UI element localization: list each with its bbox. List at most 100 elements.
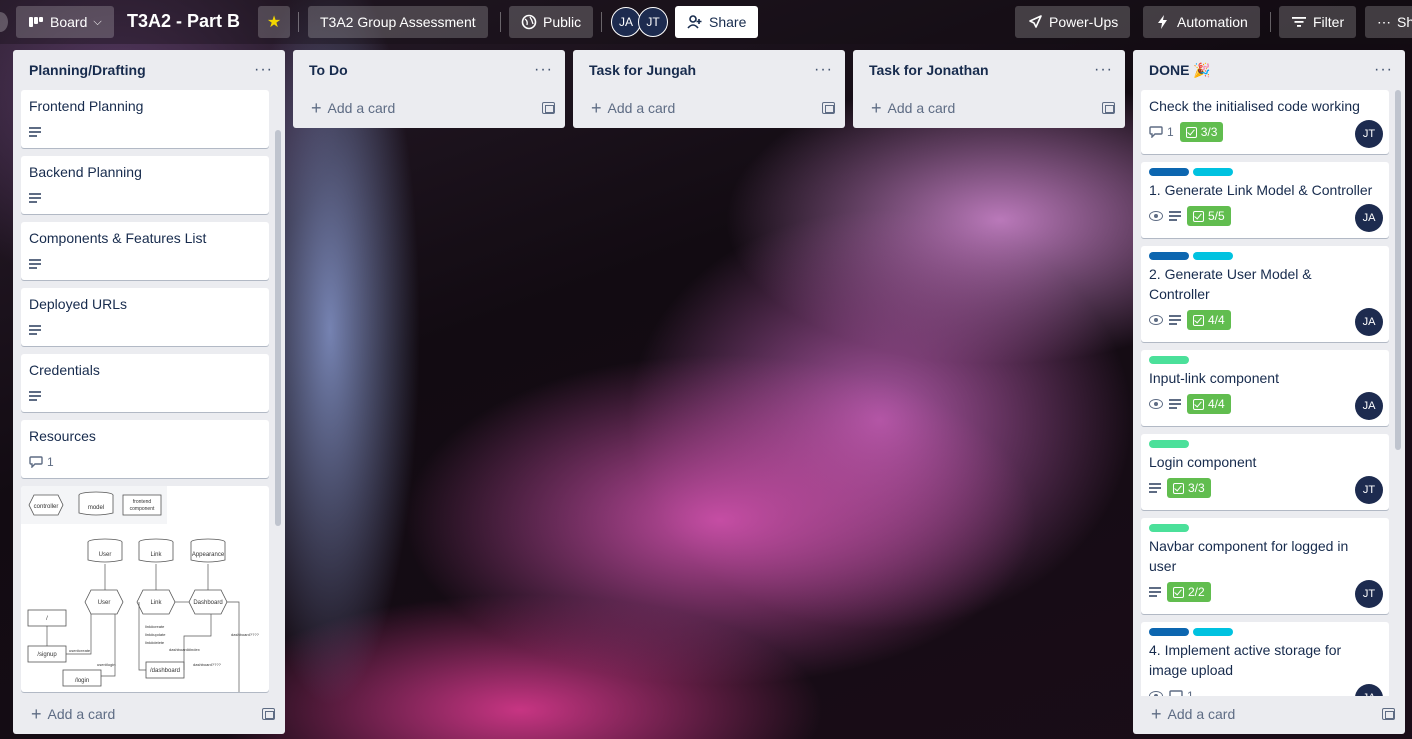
member-avatar[interactable]: JA	[611, 7, 641, 37]
label-blue[interactable]	[1149, 168, 1189, 176]
board-title[interactable]: T3A2 - Part B	[127, 11, 240, 32]
card[interactable]: Backend Planning	[21, 156, 269, 214]
card-labels	[1149, 628, 1381, 636]
member-avatar[interactable]: JT	[1355, 580, 1383, 608]
svg-text:link#create: link#create	[145, 624, 165, 629]
description-icon	[29, 391, 41, 401]
add-card-button[interactable]: + Add a card	[591, 99, 675, 117]
member-avatar[interactable]: JT	[1355, 476, 1383, 504]
add-card-button[interactable]: + Add a card	[311, 99, 395, 117]
sidebar-toggle[interactable]	[0, 12, 8, 32]
card-title: Resources	[29, 428, 96, 444]
star-icon: ★	[266, 14, 282, 31]
add-card-button[interactable]: + Add a card	[1151, 705, 1235, 723]
list-menu-icon[interactable]: ···	[814, 62, 833, 78]
card[interactable]: Navbar component for logged in user 2/2 …	[1141, 518, 1389, 614]
list-title[interactable]: DONE 🎉	[1149, 62, 1211, 79]
card-list: Check the initialised code working 1 3/3…	[1133, 90, 1405, 696]
list-menu-icon[interactable]: ···	[534, 62, 553, 78]
description-icon	[1149, 483, 1161, 493]
template-icon[interactable]	[262, 708, 275, 720]
list-scrollbar[interactable]	[275, 130, 281, 526]
add-card-button[interactable]: + Add a card	[31, 705, 115, 723]
svg-text:/login: /login	[75, 678, 89, 684]
card[interactable]: Credentials	[21, 354, 269, 412]
plus-icon: +	[591, 98, 602, 118]
list-title[interactable]: To Do	[309, 62, 348, 78]
comment-badge: 1	[1169, 689, 1194, 696]
label-green[interactable]	[1149, 440, 1189, 448]
card[interactable]: 4. Implement active storage for image up…	[1141, 622, 1389, 696]
template-icon[interactable]	[1102, 102, 1115, 114]
card-title: Check the initialised code working	[1149, 98, 1360, 114]
star-button[interactable]: ★	[258, 6, 290, 38]
label-sky[interactable]	[1193, 628, 1233, 636]
member-avatar[interactable]: JA	[1355, 308, 1383, 336]
card-title: Frontend Planning	[29, 98, 144, 114]
member-avatar[interactable]: JT	[638, 7, 668, 37]
checkbox-icon	[1193, 398, 1204, 410]
checklist-badge: 5/5	[1187, 206, 1231, 226]
card[interactable]: Components & Features List	[21, 222, 269, 280]
filter-icon	[1292, 17, 1306, 27]
card-list: Frontend Planning Backend Planning Compo…	[13, 90, 285, 696]
svg-text:component: component	[130, 506, 155, 512]
card[interactable]: Resources 1	[21, 420, 269, 478]
filter-button[interactable]: Filter	[1279, 6, 1357, 38]
label-sky[interactable]	[1193, 168, 1233, 176]
card-title: Navbar component for logged in user	[1149, 538, 1349, 574]
list-header: To Do ···	[293, 50, 565, 90]
list-title[interactable]: Planning/Drafting	[29, 62, 146, 78]
list-title[interactable]: Task for Jonathan	[869, 62, 989, 78]
label-sky[interactable]	[1193, 252, 1233, 260]
card[interactable]: Check the initialised code working 1 3/3…	[1141, 90, 1389, 154]
list-title[interactable]: Task for Jungah	[589, 62, 696, 78]
visibility-button[interactable]: Public	[509, 6, 594, 38]
divider	[601, 12, 602, 32]
show-menu-label: Sh	[1397, 14, 1412, 30]
chevron-down-icon: ⌵	[93, 15, 102, 28]
template-icon[interactable]	[822, 102, 835, 114]
member-avatar[interactable]: JT	[1355, 120, 1383, 148]
powerups-button[interactable]: Power-Ups	[1015, 6, 1131, 38]
card-diagram[interactable]: controller model frontend component User…	[21, 486, 269, 692]
list-header: Planning/Drafting ···	[13, 50, 285, 90]
template-icon[interactable]	[542, 102, 555, 114]
checkbox-icon	[1173, 586, 1184, 598]
label-green[interactable]	[1149, 356, 1189, 364]
label-green[interactable]	[1149, 524, 1189, 532]
divider	[500, 12, 501, 32]
list-menu-icon[interactable]: ···	[1094, 62, 1113, 78]
card[interactable]: Deployed URLs	[21, 288, 269, 346]
show-menu-button[interactable]: ⋯ Sh	[1365, 6, 1412, 38]
list-header: DONE 🎉 ···	[1133, 50, 1405, 90]
svg-text:Appearance: Appearance	[192, 552, 225, 558]
label-blue[interactable]	[1149, 252, 1189, 260]
add-card-button[interactable]: + Add a card	[871, 99, 955, 117]
card[interactable]: 1. Generate Link Model & Controller 5/5 …	[1141, 162, 1389, 238]
workspace-button[interactable]: T3A2 Group Assessment	[308, 6, 488, 38]
description-icon	[1169, 399, 1181, 409]
member-avatar[interactable]: JA	[1355, 204, 1383, 232]
automation-button[interactable]: Automation	[1143, 6, 1260, 38]
label-blue[interactable]	[1149, 628, 1189, 636]
card-labels	[1149, 252, 1381, 260]
view-switcher-button[interactable]: Board ⌵	[16, 6, 114, 38]
template-icon[interactable]	[1382, 708, 1395, 720]
card[interactable]: 2. Generate User Model & Controller 4/4 …	[1141, 246, 1389, 342]
card[interactable]: Input-link component 4/4 JA	[1141, 350, 1389, 426]
list-header: Task for Jonathan ···	[853, 50, 1125, 90]
list-menu-icon[interactable]: ···	[1374, 62, 1393, 78]
member-avatar[interactable]: JA	[1355, 392, 1383, 420]
share-button[interactable]: Share	[675, 6, 759, 38]
card[interactable]: Frontend Planning	[21, 90, 269, 148]
comment-count: 1	[47, 455, 54, 469]
checkbox-icon	[1173, 482, 1184, 494]
checklist-badge: 3/3	[1179, 122, 1224, 142]
card[interactable]: Login component 3/3 JT	[1141, 434, 1389, 510]
checklist-badge: 3/3	[1167, 478, 1211, 498]
comment-icon	[1169, 690, 1183, 696]
rocket-icon	[1029, 15, 1042, 28]
list-scrollbar[interactable]	[1395, 90, 1401, 450]
list-menu-icon[interactable]: ···	[254, 62, 273, 78]
